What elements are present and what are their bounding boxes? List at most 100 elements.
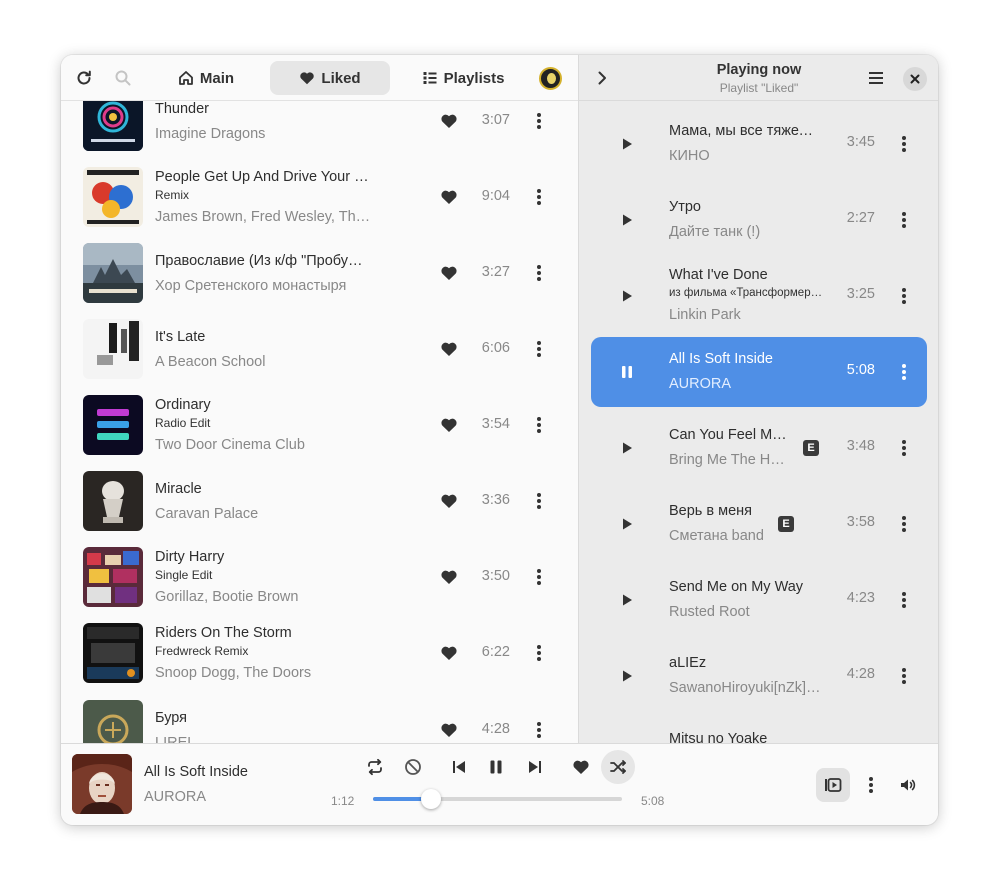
list-item[interactable]: Miracle Caravan Palace 3:36 — [61, 471, 578, 547]
queue-item-title: All Is Soft Inside — [669, 351, 773, 367]
heart-icon[interactable] — [439, 111, 459, 131]
block-icon — [404, 758, 422, 776]
heart-icon[interactable] — [439, 415, 459, 435]
play-icon[interactable] — [617, 210, 637, 230]
queue-header: Playing now Playlist "Liked" — [579, 55, 938, 101]
player-more-button[interactable] — [854, 768, 888, 802]
progress-knob[interactable] — [421, 789, 442, 809]
more-icon[interactable] — [894, 514, 914, 534]
more-icon[interactable] — [529, 643, 549, 663]
track-artist[interactable]: Хор Сретенского монастыря — [155, 278, 346, 294]
more-icon[interactable] — [894, 590, 914, 610]
queue-item[interactable]: What I've Done из фильма «Трансформер… L… — [591, 261, 927, 331]
more-icon[interactable] — [894, 286, 914, 306]
track-artist[interactable]: Caravan Palace — [155, 506, 258, 522]
refresh-button[interactable] — [67, 61, 101, 95]
menu-button[interactable] — [859, 61, 893, 95]
play-icon[interactable] — [617, 666, 637, 686]
queue-item[interactable]: Can You Feel M… Bring Me The H… E 3:48 — [591, 413, 927, 483]
queue-item[interactable]: Mitsu no Yoake — [591, 717, 927, 743]
more-icon[interactable] — [529, 491, 549, 511]
list-item[interactable]: Православие (Из к/ф "Пробу… Хор Сретенск… — [61, 243, 578, 319]
more-icon[interactable] — [529, 111, 549, 131]
queue-item-artist[interactable]: Сметана band — [669, 528, 764, 544]
avatar[interactable] — [539, 67, 562, 90]
album-cover — [83, 700, 143, 743]
next-button[interactable] — [518, 750, 552, 784]
queue-item-artist[interactable]: Дайте танк (!) — [669, 224, 760, 240]
more-icon[interactable] — [529, 187, 549, 207]
more-icon[interactable] — [894, 438, 914, 458]
search-button[interactable] — [106, 61, 140, 95]
queue-item[interactable]: Send Me on My Way Rusted Root 4:23 — [591, 565, 927, 635]
play-icon[interactable] — [617, 438, 637, 458]
track-artist[interactable]: Gorillaz, Bootie Brown — [155, 589, 298, 605]
list-item[interactable]: People Get Up And Drive Your … Remix Jam… — [61, 167, 578, 243]
pause-button[interactable] — [479, 750, 513, 784]
queue-item-artist[interactable]: Bring Me The H… — [669, 452, 785, 468]
queue-item-artist[interactable]: КИНО — [669, 148, 710, 164]
collapse-queue-button[interactable] — [585, 61, 619, 95]
tab-playlists[interactable]: Playlists — [399, 61, 527, 95]
list-item[interactable]: Riders On The Storm Fredwreck Remix Snoo… — [61, 623, 578, 699]
heart-icon[interactable] — [439, 263, 459, 283]
now-playing-cover[interactable] — [72, 754, 132, 814]
queue-item-artist[interactable]: Linkin Park — [669, 307, 741, 323]
track-artist[interactable]: LIREL — [155, 735, 195, 743]
queue-item-artist[interactable]: Rusted Root — [669, 604, 750, 620]
shuffle-button[interactable] — [601, 750, 635, 784]
more-icon[interactable] — [529, 263, 549, 283]
track-artist[interactable]: Two Door Cinema Club — [155, 437, 305, 453]
list-item[interactable]: Буря LIREL 4:28 — [61, 700, 578, 743]
progress-slider[interactable] — [373, 789, 622, 809]
queue-item-artist[interactable]: AURORA — [669, 376, 731, 392]
play-icon[interactable] — [617, 514, 637, 534]
track-artist[interactable]: A Beacon School — [155, 354, 265, 370]
more-icon[interactable] — [529, 720, 549, 740]
queue-item[interactable]: Утро Дайте танк (!) 2:27 — [591, 185, 927, 255]
like-button[interactable] — [564, 750, 598, 784]
queue-item[interactable]: aLIEz SawanoHiroyuki[nZk]… 4:28 — [591, 641, 927, 711]
list-item[interactable]: Ordinary Radio Edit Two Door Cinema Club… — [61, 395, 578, 471]
list-item[interactable]: Dirty Harry Single Edit Gorillaz, Bootie… — [61, 547, 578, 623]
play-icon[interactable] — [617, 134, 637, 154]
now-playing-artist[interactable]: AURORA — [144, 789, 206, 805]
play-icon[interactable] — [617, 590, 637, 610]
track-artist[interactable]: Imagine Dragons — [155, 126, 265, 142]
track-title: Miracle — [155, 481, 202, 497]
pause-icon[interactable] — [617, 362, 637, 382]
now-playing-title: All Is Soft Inside — [144, 764, 248, 780]
list-item[interactable]: Thunder Imagine Dragons 3:07 — [61, 91, 578, 167]
more-icon[interactable] — [529, 567, 549, 587]
tab-liked[interactable]: Liked — [270, 61, 390, 95]
queue-item[interactable]: Верь в меня Сметана band E 3:58 — [591, 489, 927, 559]
more-icon[interactable] — [529, 415, 549, 435]
heart-icon[interactable] — [439, 187, 459, 207]
more-icon[interactable] — [894, 210, 914, 230]
list-item[interactable]: It's Late A Beacon School 6:06 — [61, 319, 578, 395]
more-icon[interactable] — [894, 666, 914, 686]
track-artist[interactable]: Snoop Dogg, The Doors — [155, 665, 311, 681]
heart-icon[interactable] — [439, 339, 459, 359]
queue-item-duration: 3:25 — [846, 286, 875, 302]
tab-main[interactable]: Main — [151, 61, 261, 95]
more-icon[interactable] — [894, 134, 914, 154]
heart-icon[interactable] — [439, 491, 459, 511]
heart-icon[interactable] — [439, 720, 459, 740]
repeat-icon — [366, 758, 384, 776]
track-artist[interactable]: James Brown, Fred Wesley, Th… — [155, 209, 370, 225]
queue-item-playing[interactable]: All Is Soft Inside AURORA 5:08 — [591, 337, 927, 407]
heart-icon[interactable] — [439, 567, 459, 587]
queue-item-artist[interactable]: SawanoHiroyuki[nZk]… — [669, 680, 821, 696]
heart-icon[interactable] — [439, 643, 459, 663]
previous-button[interactable] — [442, 750, 476, 784]
more-icon[interactable] — [894, 362, 914, 382]
more-icon[interactable] — [529, 339, 549, 359]
play-icon[interactable] — [617, 286, 637, 306]
repeat-button[interactable] — [358, 750, 392, 784]
dislike-button[interactable] — [396, 750, 430, 784]
close-button[interactable] — [903, 67, 927, 91]
queue-item[interactable]: Мама, мы все тяжел… КИНО 3:45 — [591, 109, 927, 179]
queue-toggle-button[interactable] — [816, 768, 850, 802]
volume-button[interactable] — [891, 768, 925, 802]
